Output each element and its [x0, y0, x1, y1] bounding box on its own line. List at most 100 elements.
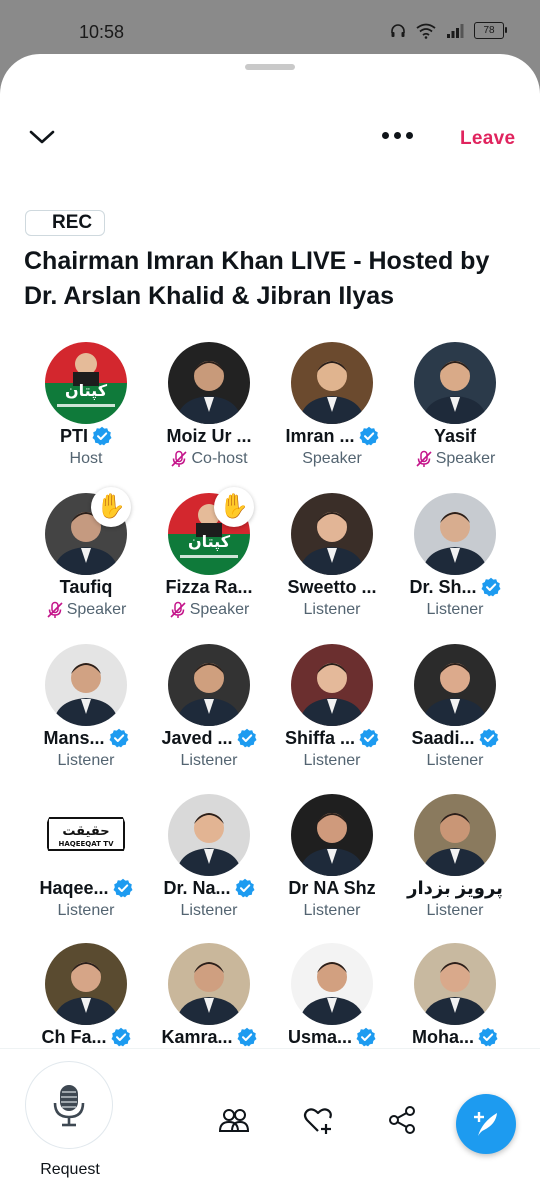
participant-role: Host: [69, 450, 103, 467]
participant-card[interactable]: Dr. Sh... Listener: [393, 493, 517, 633]
microphone-icon: [53, 1085, 85, 1127]
participant-card[interactable]: Yasif Speaker: [393, 342, 517, 482]
request-label: Request: [40, 1161, 100, 1178]
participant-name: Haqee...: [39, 877, 109, 898]
verified-badge-icon: [237, 1027, 257, 1047]
participant-card[interactable]: کپتان PTI Host: [24, 342, 148, 482]
participant-card[interactable]: Dr. Na... Listener: [147, 794, 271, 934]
participant-name: Saadi...: [411, 727, 475, 748]
participant-card[interactable]: Imran ... Speaker: [270, 342, 394, 482]
verified-badge-icon: [481, 577, 501, 597]
svg-text:حقیقت: حقیقت: [62, 824, 109, 839]
participant-card[interactable]: Sweetto ... Listener: [270, 493, 394, 633]
participant-name: Taufiq: [59, 576, 113, 597]
participant-role: Speaker: [435, 450, 496, 467]
participants-grid: کپتان PTI Host Moiz Ur ... Co-host Imran ... S…: [0, 342, 540, 1048]
status-time: 10:58: [79, 22, 125, 42]
participant-role: Listener: [426, 601, 484, 618]
raised-hand-icon: ✋: [214, 487, 254, 527]
participant-role-row: Listener: [393, 751, 517, 771]
participant-card[interactable]: Dr NA Shz Listener: [270, 794, 394, 934]
avatar: [291, 493, 373, 575]
participant-role-row: Listener: [24, 751, 148, 771]
battery-indicator: 78: [474, 22, 507, 39]
share-icon[interactable]: [386, 1104, 418, 1136]
svg-text:HAQEEQAT TV: HAQEEQAT TV: [58, 840, 114, 848]
raised-hand-icon: ✋: [91, 487, 131, 527]
participant-card[interactable]: پرویز بزدار Listener: [393, 794, 517, 934]
verified-badge-icon: [356, 1027, 376, 1047]
participant-name-row: Ch Fa...: [24, 1025, 148, 1048]
mic-off-icon: [47, 601, 63, 618]
participant-name: Moiz Ur ...: [166, 425, 252, 446]
mic-off-icon: [171, 450, 188, 467]
participant-name-row: Mans...: [24, 726, 148, 750]
avatar: [168, 943, 250, 1025]
verified-badge-icon: [479, 728, 499, 748]
participant-role-row: Host: [24, 449, 148, 469]
participant-role-row: Listener: [393, 600, 517, 620]
participant-card[interactable]: کپتان ✋ Fizza Ra... Speaker: [147, 487, 271, 633]
verified-badge-icon: [237, 728, 257, 748]
mic-off-icon: [170, 601, 186, 618]
participant-role: Listener: [180, 752, 238, 769]
participant-card[interactable]: Javed ... Listener: [147, 644, 271, 784]
participant-name-row: Fizza Ra...: [147, 575, 271, 599]
participant-name: Usma...: [287, 1026, 353, 1047]
participant-role-row: Speaker: [147, 600, 271, 620]
participant-name: Dr. Sh...: [409, 576, 477, 597]
participant-role: Listener: [303, 752, 361, 769]
verified-badge-icon: [111, 1027, 130, 1047]
participant-name-row: Sweetto ...: [270, 575, 394, 599]
avatar: [291, 342, 373, 424]
compose-tweet-button[interactable]: [456, 1094, 516, 1154]
avatar: [168, 794, 250, 876]
participant-card[interactable]: Usma...: [270, 943, 394, 1048]
people-icon[interactable]: [218, 1104, 250, 1136]
avatar: کپتان: [45, 342, 127, 424]
participant-role: Speaker: [66, 601, 127, 618]
verified-badge-icon: [359, 728, 379, 748]
verified-badge-icon: [359, 426, 379, 446]
headphones-icon: [391, 23, 405, 37]
participant-card[interactable]: Mans... Listener: [24, 644, 148, 784]
participant-name: Shiffa ...: [284, 727, 355, 748]
chevron-down-icon[interactable]: [28, 126, 56, 148]
participant-role: Speaker: [189, 601, 250, 618]
participant-card[interactable]: Saadi... Listener: [393, 644, 517, 784]
participant-card[interactable]: Moiz Ur ... Co-host: [147, 342, 271, 482]
participant-role-row: Listener: [147, 901, 271, 921]
verified-badge-icon: [109, 728, 128, 748]
participant-card[interactable]: حقیقت HAQEEQAT TV Haqee... Listener: [24, 794, 148, 934]
participant-card[interactable]: Moha...: [393, 943, 517, 1048]
verified-badge-icon: [478, 1027, 498, 1047]
participant-card[interactable]: Ch Fa...: [24, 943, 148, 1048]
participant-name: Mans...: [43, 727, 105, 748]
avatar: [168, 644, 250, 726]
leave-button[interactable]: Leave: [460, 128, 515, 150]
participant-card[interactable]: Kamra...: [147, 943, 271, 1048]
participant-name: PTI: [59, 425, 88, 446]
participant-name-row: Moha...: [393, 1025, 517, 1048]
verified-badge-icon: [92, 426, 112, 446]
participant-role-row: Speaker: [393, 449, 517, 469]
participant-role: Co-host: [191, 450, 248, 467]
sheet-grabber[interactable]: [245, 64, 295, 70]
participant-role-row: Speaker: [270, 449, 394, 469]
participant-role-row: Listener: [393, 901, 517, 921]
bottom-divider: [0, 1048, 540, 1049]
request-mic-button[interactable]: [25, 1061, 113, 1149]
participant-name-row: Yasif: [393, 424, 517, 448]
more-options-icon[interactable]: [382, 132, 413, 139]
participant-card[interactable]: Shiffa ... Listener: [270, 644, 394, 784]
participant-name: Dr NA Shz: [288, 877, 376, 898]
space-sheet: Leave REC Chairman Imran Khan LIVE - Hos…: [0, 54, 540, 1200]
participant-name-row: Kamra...: [147, 1025, 271, 1048]
avatar: [414, 943, 496, 1025]
verified-badge-icon: [235, 878, 255, 898]
heart-plus-icon[interactable]: [302, 1104, 334, 1136]
participant-card[interactable]: ✋ Taufiq Speaker: [24, 487, 148, 633]
participant-name-row: Javed ...: [147, 726, 271, 750]
avatar: حقیقت HAQEEQAT TV: [45, 794, 127, 876]
participant-name-row: Usma...: [270, 1025, 394, 1048]
